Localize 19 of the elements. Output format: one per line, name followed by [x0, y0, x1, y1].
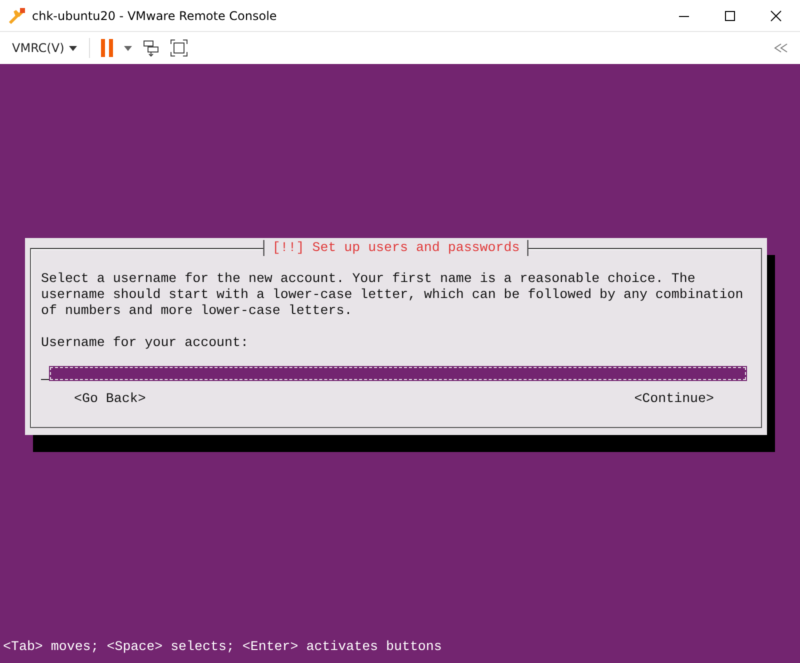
vmrc-menu[interactable]: VMRC(V) [10, 41, 80, 55]
dialog-title: [!!] Set up users and passwords [263, 240, 529, 256]
dialog-button[interactable]: <Continue> [634, 391, 714, 407]
input-field[interactable] [49, 366, 747, 381]
field-label: Username for your account: [41, 335, 250, 351]
pause-icon[interactable] [100, 39, 114, 57]
maximize-icon[interactable] [724, 10, 736, 22]
collapse-icon[interactable] [774, 43, 788, 53]
fullscreen-icon[interactable] [170, 39, 188, 57]
close-icon[interactable] [770, 10, 782, 22]
app-logo-icon [8, 6, 26, 24]
caret-icon [69, 46, 78, 50]
send-keys-icon[interactable] [142, 39, 160, 57]
dialog-message: Select a username for the new account. Your first name is a reasonable choice. The username should start with a lower-case letter, which can be followed by any combination of numbers and more lower-case letters. [41, 271, 744, 319]
window-title: chk-ubuntu20 - VMware Remote Console [32, 8, 277, 22]
caret-icon[interactable] [124, 46, 132, 50]
help-line: <Tab> moves; <Space> selects; <Enter> activates buttons [2, 639, 443, 656]
text-cursor-icon [41, 379, 49, 380]
dialog-button[interactable]: <Go Back> [74, 391, 146, 407]
